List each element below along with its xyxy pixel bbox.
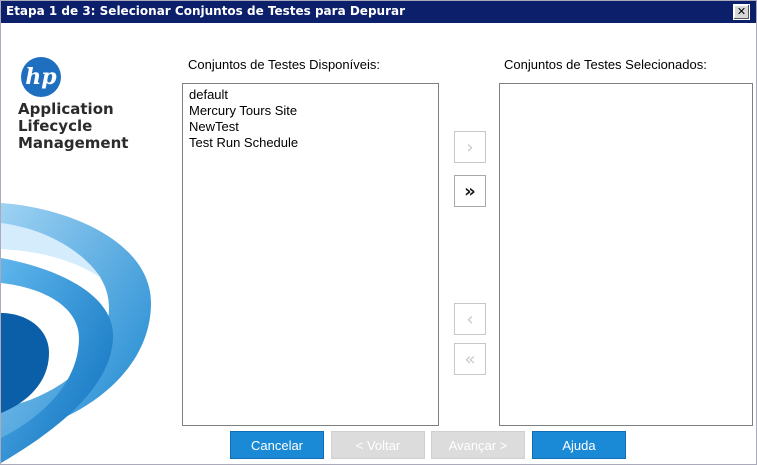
remove-all-button[interactable]: «	[454, 343, 486, 375]
available-sets-label: Conjuntos de Testes Disponíveis:	[188, 57, 380, 72]
add-all-button[interactable]: »	[454, 175, 486, 207]
product-name-line: Application	[18, 100, 114, 118]
add-selected-button[interactable]: ›	[454, 131, 486, 163]
close-icon: ✕	[736, 5, 747, 18]
list-item[interactable]: Mercury Tours Site	[183, 103, 438, 119]
list-item[interactable]: Test Run Schedule	[183, 135, 438, 151]
close-button[interactable]: ✕	[733, 4, 750, 20]
back-button[interactable]: < Voltar	[331, 431, 425, 459]
window-title: Etapa 1 de 3: Selecionar Conjuntos de Te…	[6, 4, 406, 18]
double-chevron-right-icon: »	[464, 180, 476, 202]
cancel-button[interactable]: Cancelar	[230, 431, 324, 459]
wizard-dialog: Etapa 1 de 3: Selecionar Conjuntos de Te…	[0, 0, 757, 465]
double-chevron-left-icon: «	[464, 348, 476, 370]
help-button[interactable]: Ajuda	[532, 431, 626, 459]
product-name-line: Management	[18, 134, 129, 152]
list-item[interactable]: NewTest	[183, 119, 438, 135]
brand-panel: hp Application Lifecycle Management	[1, 23, 175, 464]
product-name: Application Lifecycle Management	[18, 101, 128, 152]
chevron-left-icon: ‹	[466, 308, 474, 330]
title-bar: Etapa 1 de 3: Selecionar Conjuntos de Te…	[1, 1, 756, 23]
available-sets-list[interactable]: default Mercury Tours Site NewTest Test …	[182, 83, 439, 426]
chevron-right-icon: ›	[466, 136, 474, 158]
brand-swirl-graphic	[1, 203, 151, 463]
remove-selected-button[interactable]: ‹	[454, 303, 486, 335]
next-button[interactable]: Avançar >	[431, 431, 525, 459]
selected-sets-list[interactable]	[499, 83, 753, 426]
selected-sets-label: Conjuntos de Testes Selecionados:	[504, 57, 707, 72]
list-item[interactable]: default	[183, 87, 438, 103]
product-name-line: Lifecycle	[18, 117, 93, 135]
hp-logo: hp	[21, 57, 61, 97]
